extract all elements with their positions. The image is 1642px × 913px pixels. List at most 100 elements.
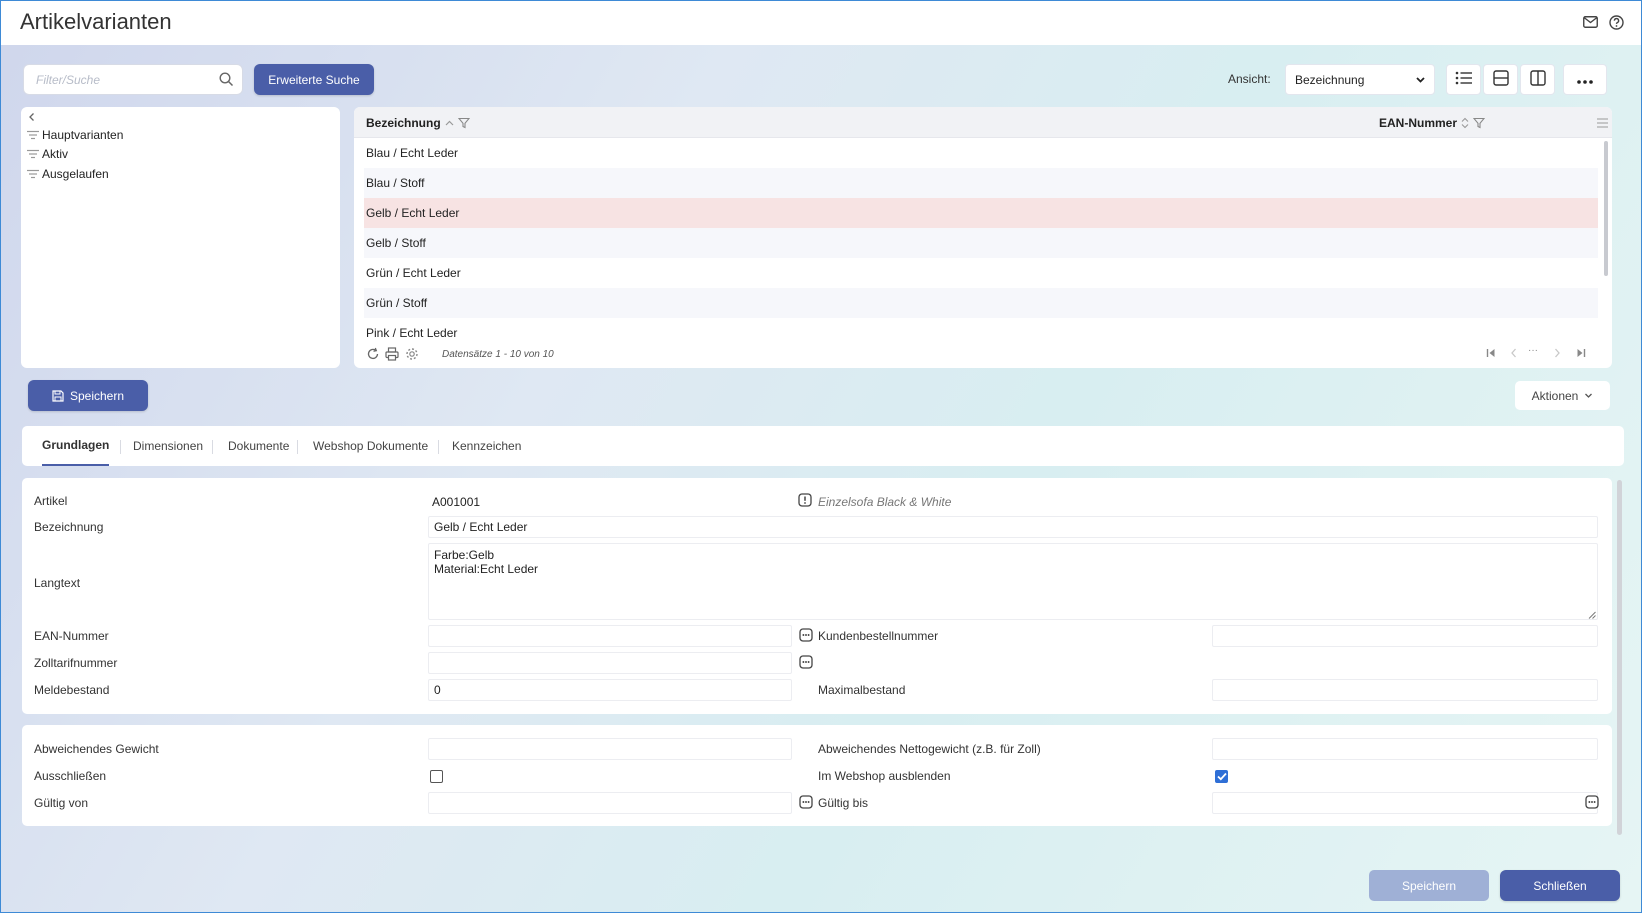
first-page-icon[interactable] — [1485, 347, 1497, 362]
langtext-field[interactable]: Farbe:Gelb Material:Echt Leder — [428, 543, 1598, 620]
gueltig-bis-field[interactable] — [1212, 792, 1598, 814]
bezeichnung-field[interactable]: Gelb / Echt Leder — [428, 516, 1598, 538]
meldebestand-field[interactable]: 0 — [428, 679, 792, 701]
maximalbestand-label: Maximalbestand — [818, 683, 906, 697]
sort-asc-icon[interactable] — [445, 119, 454, 127]
abw-gewicht-field[interactable] — [428, 738, 792, 760]
abw-netto-label: Abweichendes Nettogewicht (z.B. für Zoll… — [818, 742, 1041, 756]
maximalbestand-field[interactable] — [1212, 679, 1598, 701]
tree-item-label: Ausgelaufen — [42, 167, 109, 181]
zolltarif-field[interactable] — [428, 652, 792, 674]
tab-grundlagen[interactable]: Grundlagen — [42, 426, 110, 466]
zolltarif-label: Zolltarifnummer — [34, 656, 118, 670]
langtext-label: Langtext — [34, 576, 81, 590]
vertical-split-icon — [1529, 70, 1546, 89]
grid-body: Blau / Echt Leder Blau / Stoff Gelb / Ec… — [364, 138, 1598, 338]
tab-bar: Grundlagen Dimensionen Dokumente Webshop… — [22, 426, 1624, 466]
tab-webshop-dokumente[interactable]: Webshop Dokumente — [313, 426, 428, 466]
tree-item-label: Hauptvarianten — [42, 128, 124, 142]
tab-divider — [438, 440, 439, 454]
vertical-split-button[interactable] — [1520, 64, 1555, 95]
table-row-selected[interactable]: Gelb / Echt Leder — [364, 198, 1598, 228]
search-icon[interactable] — [219, 72, 234, 90]
horizontal-split-icon — [1492, 70, 1509, 89]
filter-icon[interactable] — [457, 117, 470, 129]
table-row[interactable]: Blau / Echt Leder — [364, 138, 1598, 168]
horizontal-split-button[interactable] — [1483, 64, 1518, 95]
grid-header: Bezeichnung EAN-Nummer — [354, 107, 1612, 138]
tab-dokumente[interactable]: Dokumente — [228, 426, 289, 466]
last-page-icon[interactable] — [1575, 347, 1587, 362]
search-box[interactable] — [23, 64, 243, 95]
table-row[interactable]: Grün / Stoff — [364, 288, 1598, 318]
table-row[interactable]: Grün / Echt Leder — [364, 258, 1598, 288]
aktionen-dropdown[interactable]: Aktionen — [1515, 381, 1610, 410]
view-select[interactable]: Bezeichnung — [1285, 64, 1435, 95]
view-select-value: Bezeichnung — [1295, 72, 1365, 87]
info-icon[interactable] — [798, 493, 812, 510]
list-view-button[interactable] — [1446, 64, 1481, 95]
more-options-button[interactable] — [1563, 64, 1607, 95]
more-icon — [1577, 73, 1593, 87]
help-icon[interactable] — [1607, 13, 1625, 31]
table-row[interactable]: Blau / Stoff — [364, 168, 1598, 198]
grid-footer: Datensätze 1 - 10 von 10 ··· — [354, 345, 1612, 365]
column-menu-icon[interactable] — [1597, 117, 1608, 131]
print-icon[interactable] — [385, 347, 399, 364]
filter-tree-panel: Hauptvarianten Aktiv Ausgelaufen — [21, 107, 340, 368]
kundenbestellnummer-label: Kundenbestellnummer — [818, 629, 939, 643]
gueltig-von-field[interactable] — [428, 792, 792, 814]
webshop-ausblenden-checkbox[interactable] — [1215, 770, 1228, 783]
close-button[interactable]: Schließen — [1500, 870, 1620, 901]
table-row[interactable]: Pink / Echt Leder — [364, 318, 1598, 338]
search-input[interactable] — [24, 65, 204, 94]
tab-dimensionen[interactable]: Dimensionen — [133, 426, 203, 466]
refresh-icon[interactable] — [366, 347, 380, 364]
variants-grid: Bezeichnung EAN-Nummer Blau / Echt Leder… — [354, 107, 1612, 368]
tab-divider — [212, 440, 213, 454]
artikel-label: Artikel — [34, 494, 68, 508]
sort-both-icon[interactable] — [1461, 117, 1469, 129]
column-header-bezeichnung[interactable]: Bezeichnung — [366, 116, 470, 130]
cell-bezeichnung: Grün / Echt Leder — [366, 266, 461, 280]
mail-icon[interactable] — [1581, 13, 1599, 31]
column-header-ean[interactable]: EAN-Nummer — [1379, 116, 1486, 130]
filter-icon[interactable] — [1473, 117, 1486, 129]
cell-bezeichnung: Blau / Echt Leder — [366, 146, 459, 160]
tree-item-ausgelaufen[interactable]: Ausgelaufen — [27, 165, 109, 183]
pager-ellipsis[interactable]: ··· — [1528, 345, 1538, 356]
bezeichnung-label: Bezeichnung — [34, 520, 104, 534]
zolltarif-lookup-icon[interactable] — [799, 655, 813, 669]
table-row[interactable]: Gelb / Stoff — [364, 228, 1598, 258]
cell-bezeichnung: Grün / Stoff — [366, 296, 428, 310]
form-section-extra: Abweichendes Gewicht Abweichendes Nettog… — [22, 725, 1612, 826]
view-label: Ansicht: — [1228, 72, 1271, 86]
tree-item-hauptvarianten[interactable]: Hauptvarianten — [27, 126, 123, 144]
next-page-icon[interactable] — [1552, 347, 1562, 362]
chevron-left-icon[interactable] — [27, 111, 37, 125]
artikel-value: A001001 — [432, 495, 481, 509]
chevron-down-icon — [1415, 74, 1426, 88]
resize-grip-icon[interactable] — [1588, 608, 1596, 622]
abw-netto-field[interactable] — [1212, 738, 1598, 760]
gueltig-von-picker-icon[interactable] — [799, 795, 813, 809]
form-scrollbar[interactable] — [1617, 480, 1622, 835]
tree-item-label: Aktiv — [42, 147, 69, 161]
prev-page-icon[interactable] — [1509, 347, 1519, 362]
advanced-search-button[interactable]: Erweiterte Suche — [254, 64, 374, 95]
ean-lookup-icon[interactable] — [799, 628, 813, 642]
records-count: Datensätze 1 - 10 von 10 — [442, 349, 554, 360]
save-button-footer[interactable]: Speichern — [1369, 870, 1489, 901]
kundenbestellnummer-field[interactable] — [1212, 625, 1598, 647]
tab-kennzeichen[interactable]: Kennzeichen — [452, 426, 521, 466]
tree-item-aktiv[interactable]: Aktiv — [27, 145, 68, 163]
ausschliessen-label: Ausschließen — [34, 769, 107, 783]
ean-field[interactable] — [428, 625, 792, 647]
filter-lines-icon — [27, 149, 39, 159]
grid-scrollbar[interactable] — [1604, 141, 1608, 276]
ausschliessen-checkbox[interactable] — [430, 770, 443, 783]
cell-bezeichnung: Blau / Stoff — [366, 176, 425, 190]
gear-icon[interactable] — [405, 347, 419, 364]
gueltig-bis-picker-icon[interactable] — [1585, 795, 1599, 809]
save-button-top[interactable]: Speichern — [28, 380, 148, 411]
